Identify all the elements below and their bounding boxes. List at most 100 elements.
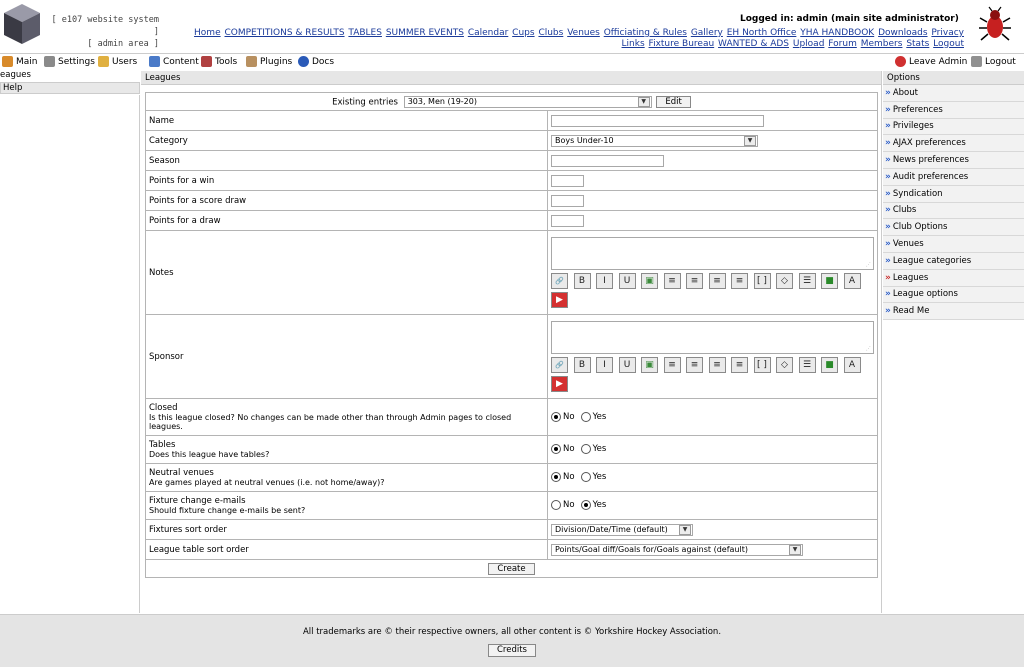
site-link-clubs[interactable]: Clubs: [538, 28, 563, 38]
align-left-icon[interactable]: ≡: [686, 273, 703, 289]
option-syndication[interactable]: » Syndication: [883, 185, 1024, 203]
code-icon[interactable]: [ ]: [753, 273, 771, 289]
menu-tools[interactable]: Tools: [201, 56, 237, 67]
menu-users[interactable]: Users: [98, 56, 137, 67]
neutral-radio-no[interactable]: [551, 472, 561, 483]
menu-docs[interactable]: Docs: [298, 56, 334, 67]
align-right-icon[interactable]: ≡: [708, 357, 726, 373]
justify-icon[interactable]: ≡: [731, 273, 748, 289]
flash-icon[interactable]: ◇: [776, 357, 793, 373]
align-center-icon[interactable]: ≡: [663, 357, 681, 373]
option-ajax-preferences[interactable]: » AJAX preferences: [883, 135, 1024, 153]
site-link-wanted-ads[interactable]: WANTED & ADS: [718, 39, 789, 49]
image-icon[interactable]: ▣: [641, 357, 658, 373]
points-draw-input[interactable]: [551, 214, 584, 227]
option-news-preferences[interactable]: » News preferences: [883, 152, 1024, 169]
youtube-icon[interactable]: ▶: [551, 292, 568, 308]
site-link-eh-north-office[interactable]: EH North Office: [727, 28, 797, 38]
option-club-options[interactable]: » Club Options: [883, 219, 1024, 237]
site-link-downloads[interactable]: Downloads: [878, 28, 927, 38]
site-link-upload[interactable]: Upload: [793, 39, 825, 49]
create-button[interactable]: Create: [488, 562, 535, 575]
points-score-draw-input[interactable]: [551, 194, 584, 207]
closed-radio-no[interactable]: [551, 411, 561, 422]
youtube-icon[interactable]: ▶: [551, 376, 568, 392]
menu-logout[interactable]: Logout: [971, 56, 1016, 67]
italic-icon[interactable]: I: [596, 273, 613, 289]
menu-plugins[interactable]: Plugins: [246, 56, 292, 67]
option-preferences[interactable]: » Preferences: [883, 101, 1024, 119]
fixtures-sort-select[interactable]: Division/Date/Time (default) ▼: [551, 523, 693, 536]
menu-leave-admin[interactable]: Leave Admin: [895, 56, 967, 67]
site-link-summer-events[interactable]: SUMMER EVENTS: [386, 28, 464, 38]
site-link-privacy[interactable]: Privacy: [931, 28, 964, 38]
season-input[interactable]: [551, 154, 664, 167]
site-link-fixture-bureau[interactable]: Fixture Bureau: [649, 39, 715, 49]
site-link-links[interactable]: Links: [622, 39, 645, 49]
site-link-home[interactable]: Home: [194, 28, 221, 38]
site-link-cups[interactable]: Cups: [512, 28, 534, 38]
notes-textarea[interactable]: ⋰: [551, 237, 874, 270]
menu-main[interactable]: Main: [2, 56, 38, 67]
resize-grip-icon[interactable]: ⋰: [866, 262, 871, 268]
link-icon[interactable]: 🔗: [551, 273, 568, 289]
category-select[interactable]: Boys Under-10 ▼: [551, 134, 758, 147]
edit-button[interactable]: Edit: [656, 95, 691, 108]
fixture-email-radio-no[interactable]: [551, 500, 561, 511]
font-icon[interactable]: A: [843, 357, 861, 373]
site-link-officiating-rules[interactable]: Officiating & Rules: [604, 28, 687, 38]
list-icon[interactable]: ☰: [798, 273, 816, 289]
site-link-yha-handbook[interactable]: YHA HANDBOOK: [800, 28, 874, 38]
option-league-options[interactable]: » League options: [883, 286, 1024, 304]
site-link-gallery[interactable]: Gallery: [691, 28, 723, 38]
site-link-forum[interactable]: Forum: [828, 39, 857, 49]
underline-icon[interactable]: U: [618, 273, 636, 289]
option-audit-preferences[interactable]: » Audit preferences: [883, 168, 1024, 186]
site-link-stats[interactable]: Stats: [906, 39, 929, 49]
justify-icon[interactable]: ≡: [731, 357, 748, 373]
bold-icon[interactable]: B: [573, 273, 591, 289]
color-icon[interactable]: ■: [821, 357, 838, 373]
help-panel-header[interactable]: Help: [0, 82, 140, 94]
list-icon[interactable]: ☰: [798, 357, 816, 373]
points-win-input[interactable]: [551, 174, 584, 187]
site-link-logout[interactable]: Logout: [933, 39, 964, 49]
fixture-email-radio-yes[interactable]: [580, 500, 591, 511]
table-sort-select[interactable]: Points/Goal diff/Goals for/Goals against…: [551, 543, 803, 556]
flash-icon[interactable]: ◇: [776, 273, 793, 289]
code-icon[interactable]: [ ]: [753, 357, 771, 373]
bold-icon[interactable]: B: [573, 357, 591, 373]
option-venues[interactable]: » Venues: [883, 236, 1024, 253]
site-link-calendar[interactable]: Calendar: [468, 28, 508, 38]
option-read-me[interactable]: » Read Me: [883, 303, 1024, 321]
align-left-icon[interactable]: ≡: [686, 357, 703, 373]
italic-icon[interactable]: I: [596, 357, 613, 373]
name-input[interactable]: [551, 114, 764, 127]
site-link-members[interactable]: Members: [861, 39, 903, 49]
site-link-competitions-results[interactable]: COMPETITIONS & RESULTS: [224, 28, 344, 38]
option-clubs[interactable]: » Clubs: [883, 202, 1024, 220]
closed-radio-yes[interactable]: [580, 411, 591, 422]
image-icon[interactable]: ▣: [641, 273, 658, 289]
option-privileges[interactable]: » Privileges: [883, 118, 1024, 136]
existing-entries-select[interactable]: 303, Men (19-20) ▼: [403, 95, 652, 108]
option-about[interactable]: » About: [883, 85, 1024, 102]
tables-radio-yes[interactable]: [580, 444, 591, 455]
credits-button[interactable]: Credits: [488, 644, 536, 657]
color-icon[interactable]: ■: [821, 273, 838, 289]
font-icon[interactable]: A: [843, 273, 861, 289]
menu-content[interactable]: Content: [149, 56, 199, 67]
tables-radio-no[interactable]: [551, 444, 561, 455]
sponsor-textarea[interactable]: ⋰: [551, 321, 874, 354]
resize-grip-icon[interactable]: ⋰: [866, 346, 871, 352]
underline-icon[interactable]: U: [618, 357, 636, 373]
menu-settings[interactable]: Settings: [44, 56, 95, 67]
link-icon[interactable]: 🔗: [551, 357, 568, 373]
option-leagues[interactable]: » Leagues: [883, 269, 1024, 287]
align-right-icon[interactable]: ≡: [708, 273, 726, 289]
align-center-icon[interactable]: ≡: [663, 273, 681, 289]
site-link-venues[interactable]: Venues: [567, 28, 600, 38]
site-link-tables[interactable]: TABLES: [348, 28, 382, 38]
neutral-radio-yes[interactable]: [580, 472, 591, 483]
option-league-categories[interactable]: » League categories: [883, 252, 1024, 270]
